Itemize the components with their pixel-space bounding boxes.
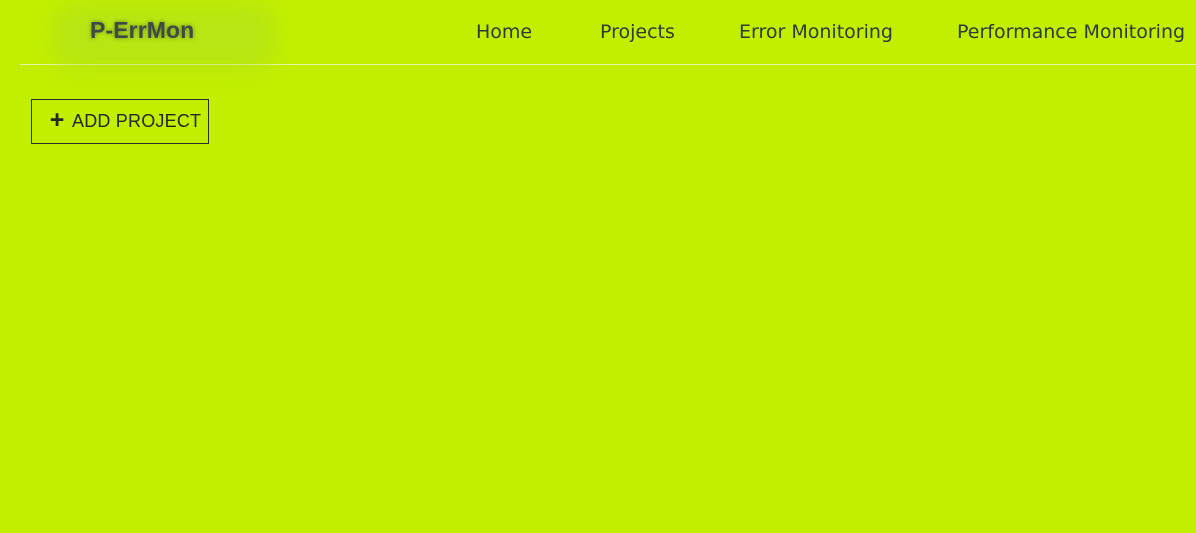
nav-home[interactable]: Home [476,20,532,44]
nav-error-monitoring[interactable]: Error Monitoring [739,20,893,44]
add-project-button[interactable]: + ADD PROJECT [31,99,209,144]
nav-performance-monitoring[interactable]: Performance Monitoring [957,20,1185,44]
plus-icon: + [49,106,65,134]
main-navigation: Home Projects Error Monitoring Performan… [20,20,1196,44]
add-project-label: ADD PROJECT [72,111,202,131]
top-navbar: P-ErrMon Home Projects Error Monitoring … [20,0,1196,70]
nav-projects[interactable]: Projects [600,20,675,44]
